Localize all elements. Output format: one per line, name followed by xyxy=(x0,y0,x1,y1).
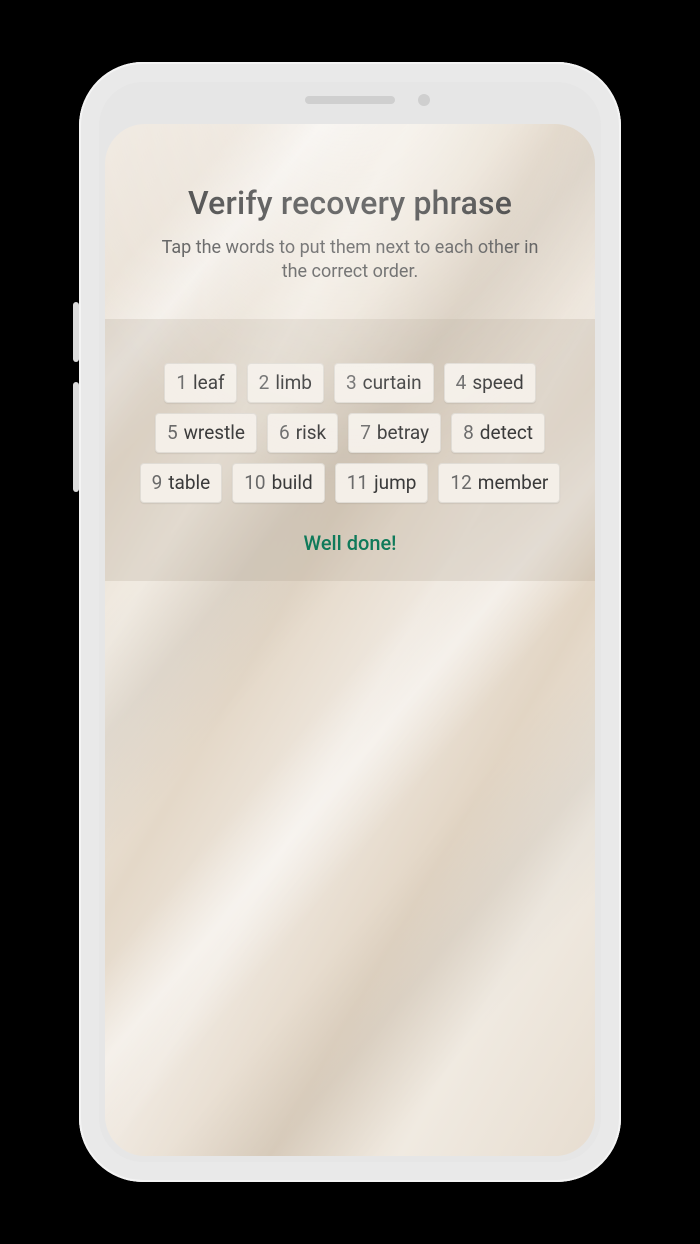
word-text: member xyxy=(478,471,549,494)
word-text: curtain xyxy=(363,371,422,394)
word-text: detect xyxy=(480,421,533,444)
word-index: 4 xyxy=(456,371,467,394)
word-chip[interactable]: 11 jump xyxy=(335,463,429,503)
status-text: Well done! xyxy=(117,531,583,555)
page-subtitle: Tap the words to put them next to each o… xyxy=(150,236,550,285)
recovery-phrase-panel: 1 leaf 2 limb 3 curtain 4 speed xyxy=(105,319,595,581)
word-text: build xyxy=(272,471,313,494)
word-text: risk xyxy=(296,421,327,444)
word-chip[interactable]: 8 detect xyxy=(451,413,545,453)
word-index: 8 xyxy=(463,421,474,444)
word-index: 1 xyxy=(176,371,187,394)
word-index: 10 xyxy=(244,471,265,494)
word-text: table xyxy=(168,471,210,494)
word-chip[interactable]: 10 build xyxy=(232,463,324,503)
front-camera xyxy=(418,94,430,106)
word-chip[interactable]: 3 curtain xyxy=(334,363,434,403)
word-chip[interactable]: 1 leaf xyxy=(164,363,236,403)
word-text: betray xyxy=(377,421,429,444)
word-index: 7 xyxy=(360,421,371,444)
word-text: limb xyxy=(275,371,312,394)
word-text: wrestle xyxy=(184,421,245,444)
word-index: 11 xyxy=(347,471,368,494)
word-chip[interactable]: 2 limb xyxy=(247,363,324,403)
word-text: jump xyxy=(374,471,416,494)
page-title: Verify recovery phrase xyxy=(105,184,595,222)
word-index: 2 xyxy=(259,371,270,394)
word-chip[interactable]: 4 speed xyxy=(444,363,536,403)
recovery-phrase-chips: 1 leaf 2 limb 3 curtain 4 speed xyxy=(117,363,583,503)
word-index: 5 xyxy=(167,421,178,444)
side-button xyxy=(73,382,79,492)
word-chip[interactable]: 12 member xyxy=(438,463,560,503)
phone-frame: Verify recovery phrase Tap the words to … xyxy=(79,62,621,1182)
word-chip[interactable]: 5 wrestle xyxy=(155,413,257,453)
word-index: 9 xyxy=(152,471,163,494)
speaker-grille xyxy=(305,96,395,104)
side-button xyxy=(73,302,79,362)
word-chip[interactable]: 9 table xyxy=(140,463,223,503)
screen: Verify recovery phrase Tap the words to … xyxy=(105,124,595,1156)
word-chip[interactable]: 6 risk xyxy=(267,413,338,453)
word-index: 12 xyxy=(450,471,471,494)
word-chip[interactable]: 7 betray xyxy=(348,413,441,453)
word-index: 6 xyxy=(279,421,290,444)
word-index: 3 xyxy=(346,371,357,394)
word-text: speed xyxy=(472,371,523,394)
word-text: leaf xyxy=(193,371,225,394)
